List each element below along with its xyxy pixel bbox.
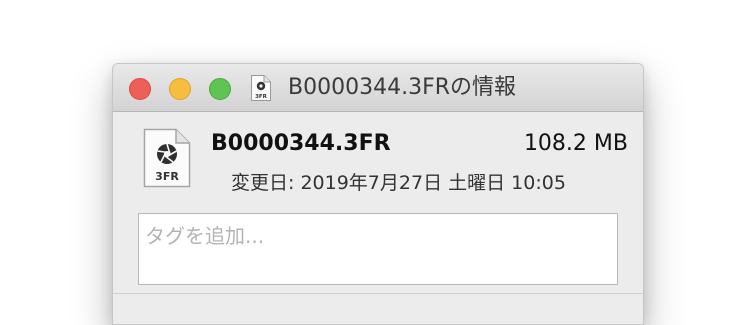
zoom-button[interactable] — [209, 78, 231, 100]
file-name: B0000344.3FR — [211, 131, 391, 156]
modified-date: 変更日: 2019年7月27日 土曜日 10:05 — [231, 170, 566, 196]
window-title: B0000344.3FRの情報 — [288, 75, 517, 100]
info-window: 3FR B0000344.3FRの情報 3FR B0000344.3FR 108… — [112, 63, 644, 325]
raw-camera-file-icon: 3FR — [142, 127, 192, 193]
modified-label: 変更日: — [231, 172, 295, 194]
tags-input[interactable] — [138, 213, 618, 285]
section-divider — [113, 293, 643, 294]
close-button[interactable] — [129, 78, 151, 100]
file-size: 108.2 MB — [523, 131, 628, 156]
raw-camera-file-icon: 3FR — [250, 74, 272, 106]
title-bar[interactable]: 3FR B0000344.3FRの情報 — [113, 64, 643, 112]
svg-text:3FR: 3FR — [155, 170, 179, 183]
svg-text:3FR: 3FR — [255, 94, 268, 100]
minimize-button[interactable] — [169, 78, 191, 100]
modified-value: 2019年7月27日 土曜日 10:05 — [300, 172, 566, 194]
